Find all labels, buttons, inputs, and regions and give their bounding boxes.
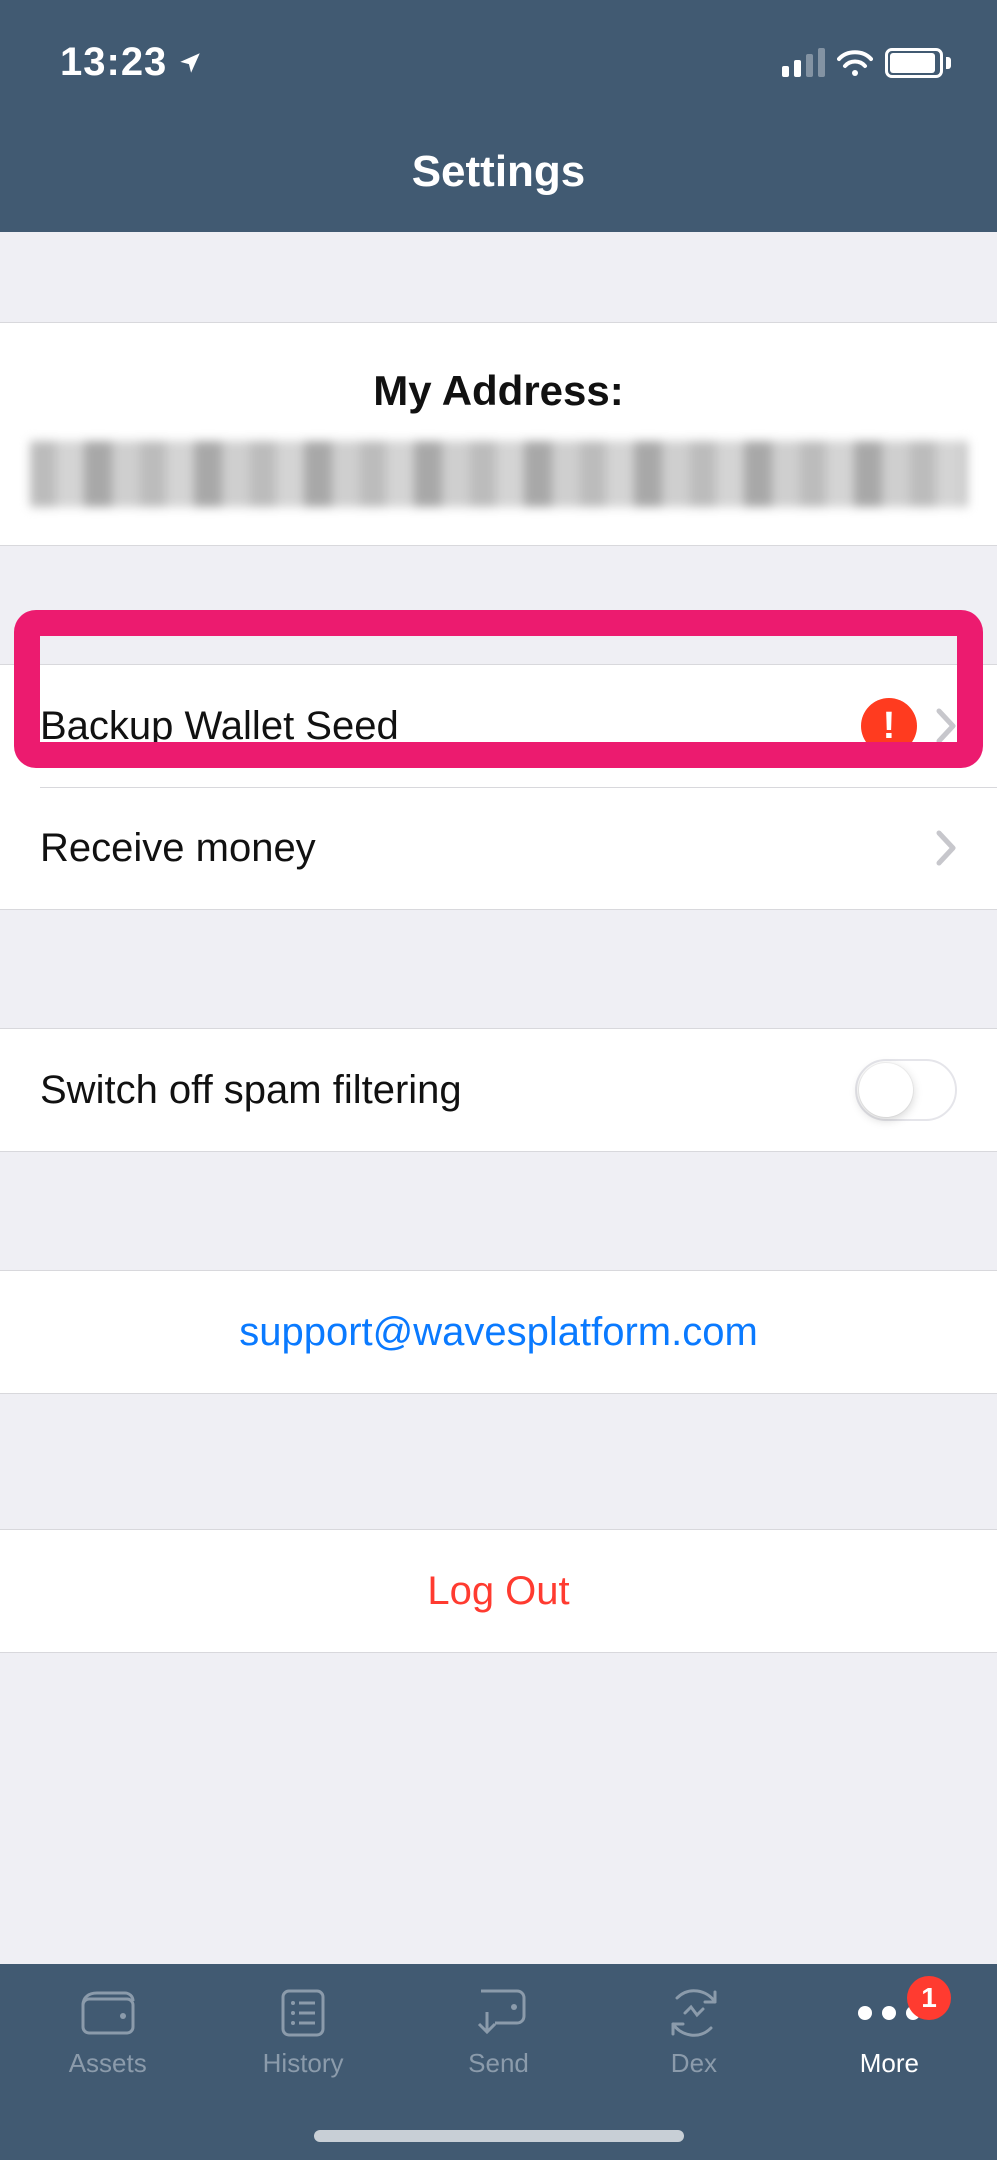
chevron-right-icon <box>935 707 957 745</box>
spam-filter-row: Switch off spam filtering <box>0 1029 997 1151</box>
page-title: Settings <box>0 147 997 197</box>
support-group: support@wavesplatform.com <box>0 1270 997 1394</box>
settings-content: My Address: Backup Wallet Seed ! Receive… <box>0 232 997 1964</box>
my-address-card[interactable]: My Address: <box>0 322 997 546</box>
spam-filter-group: Switch off spam filtering <box>0 1028 997 1152</box>
tab-assets-label: Assets <box>69 2048 147 2079</box>
tab-bar: Assets History Send <box>0 1964 997 2160</box>
spam-filter-label: Switch off spam filtering <box>40 1068 855 1113</box>
support-email-row[interactable]: support@wavesplatform.com <box>0 1271 997 1393</box>
battery-icon <box>885 48 951 78</box>
my-address-label: My Address: <box>30 367 967 415</box>
tab-more-badge: 1 <box>907 1976 951 2020</box>
status-bar: 13:23 <box>0 0 997 85</box>
alert-icon: ! <box>861 698 917 754</box>
spam-filter-toggle[interactable] <box>855 1059 957 1121</box>
status-right <box>782 48 951 78</box>
tab-dex-label: Dex <box>671 2048 717 2079</box>
wallet-icon <box>77 1988 139 2038</box>
chevron-right-icon <box>935 829 957 867</box>
status-time: 13:23 <box>60 40 167 85</box>
my-address-value-blurred <box>30 441 967 507</box>
wallet-actions-group: Backup Wallet Seed ! Receive money <box>0 664 997 910</box>
support-email-link[interactable]: support@wavesplatform.com <box>239 1310 758 1355</box>
dex-icon <box>663 1988 725 2038</box>
navigation-bar: 13:23 Settings <box>0 0 997 232</box>
tab-more[interactable]: More 1 <box>792 1988 987 2160</box>
logout-label[interactable]: Log Out <box>427 1569 569 1614</box>
logout-row[interactable]: Log Out <box>0 1530 997 1652</box>
receive-money-row[interactable]: Receive money <box>0 787 997 909</box>
receive-money-label: Receive money <box>40 826 917 871</box>
wifi-icon <box>837 49 873 77</box>
tab-more-label: More <box>860 2048 919 2079</box>
cellular-signal-icon <box>782 49 825 77</box>
tab-history-label: History <box>263 2048 344 2079</box>
send-icon <box>468 1988 530 2038</box>
list-icon <box>272 1988 334 2038</box>
backup-wallet-seed-row[interactable]: Backup Wallet Seed ! <box>0 665 997 787</box>
backup-wallet-seed-label: Backup Wallet Seed <box>40 704 849 749</box>
tab-assets[interactable]: Assets <box>10 1988 205 2160</box>
logout-group: Log Out <box>0 1529 997 1653</box>
tab-send-label: Send <box>468 2048 529 2079</box>
location-icon <box>177 50 203 76</box>
status-left: 13:23 <box>60 40 203 85</box>
home-indicator[interactable] <box>314 2130 684 2142</box>
